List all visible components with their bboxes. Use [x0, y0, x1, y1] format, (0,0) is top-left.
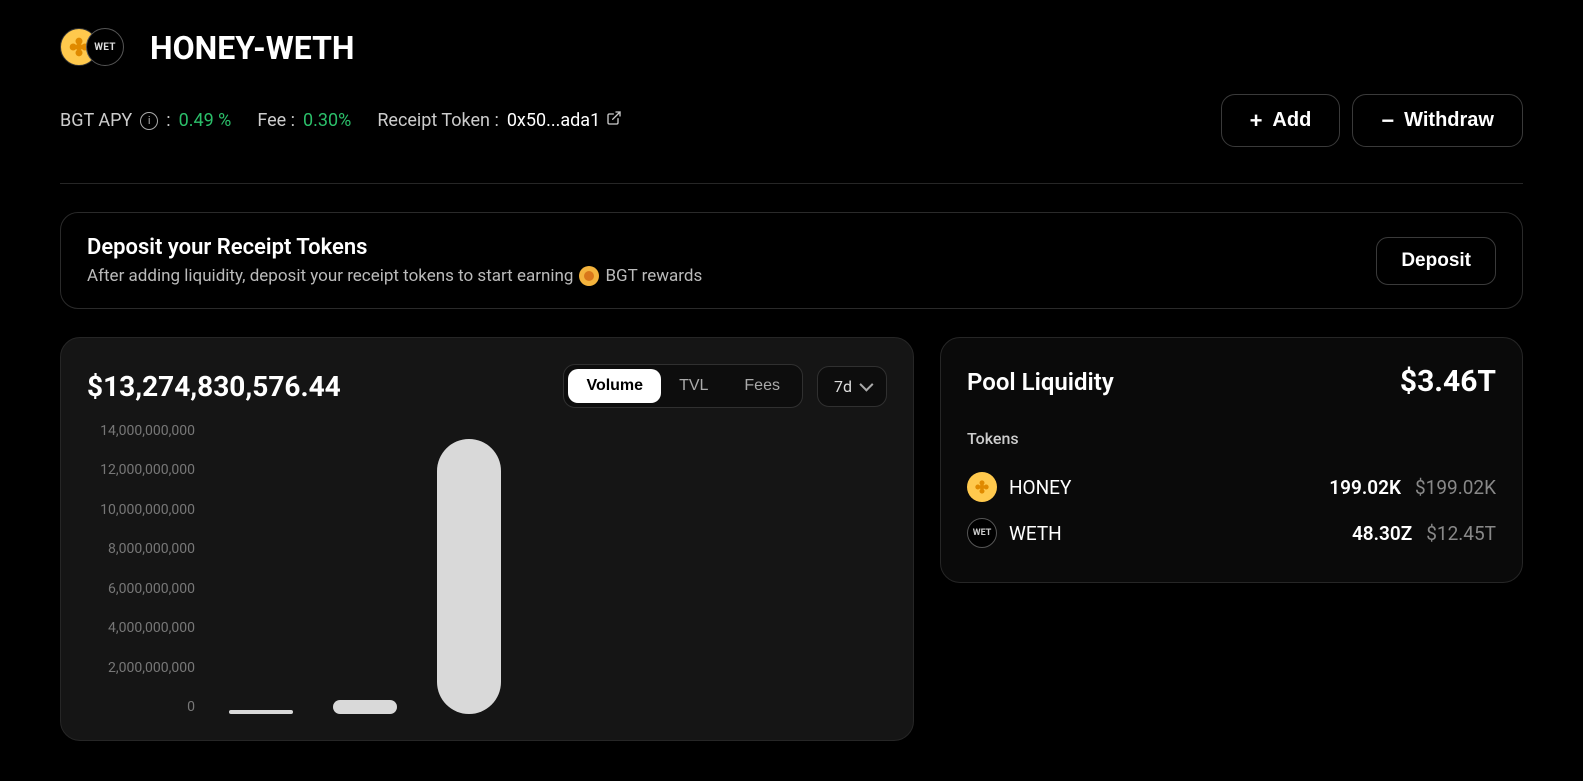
minus-icon: − — [1381, 110, 1394, 132]
deposit-banner-text: Deposit your Receipt Tokens After adding… — [87, 235, 702, 286]
deposit-button[interactable]: Deposit — [1376, 237, 1496, 285]
withdraw-button-label: Withdraw — [1404, 109, 1494, 132]
content-columns: $13,274,830,576.44 Volume TVL Fees 7d 14… — [60, 337, 1523, 741]
token-pair-icons: WET — [60, 28, 132, 68]
header: WET HONEY-WETH — [60, 28, 1523, 68]
honey-icon — [967, 472, 997, 502]
token-amount: 48.30Z — [1352, 522, 1412, 545]
range-select[interactable]: 7d — [817, 366, 887, 407]
token-rows: HONEY 199.02K $199.02K WET WETH 48.30Z $12.45T — [967, 464, 1496, 556]
token-amount: 199.02K — [1329, 476, 1401, 499]
chart-value: $13,274,830,576.44 — [87, 370, 341, 403]
deposit-banner-subtitle: After adding liquidity, deposit your rec… — [87, 266, 702, 286]
pool-title: HONEY-WETH — [150, 29, 355, 67]
fee-item: Fee : 0.30% — [257, 110, 351, 131]
token-row: WET WETH 48.30Z $12.45T — [967, 510, 1496, 556]
deposit-banner: Deposit your Receipt Tokens After adding… — [60, 212, 1523, 309]
withdraw-button[interactable]: − Withdraw — [1352, 94, 1523, 147]
liquidity-card: Pool Liquidity $3.46T Tokens HONEY 199.02… — [940, 337, 1523, 583]
weth-icon: WET — [967, 518, 997, 548]
external-link-icon — [606, 110, 622, 131]
token-usd: $199.02K — [1415, 476, 1496, 499]
chevron-down-icon — [859, 378, 873, 392]
chart-header: $13,274,830,576.44 Volume TVL Fees 7d — [87, 364, 887, 408]
tab-fees[interactable]: Fees — [726, 369, 798, 403]
liquidity-header: Pool Liquidity $3.46T — [967, 364, 1496, 399]
divider — [60, 183, 1523, 184]
token-row: HONEY 199.02K $199.02K — [967, 464, 1496, 510]
header-meta-row: BGT APY i : 0.49 % Fee : 0.30% Receipt T… — [60, 94, 1523, 147]
bgt-apy-item: BGT APY i : 0.49 % — [60, 110, 231, 131]
chart-bar — [333, 700, 397, 715]
chart-controls: Volume TVL Fees 7d — [563, 364, 887, 408]
token-symbol: HONEY — [1009, 476, 1071, 499]
chart-card: $13,274,830,576.44 Volume TVL Fees 7d 14… — [60, 337, 914, 741]
weth-icon: WET — [86, 28, 124, 66]
liquidity-title: Pool Liquidity — [967, 368, 1114, 396]
token-symbol: WETH — [1009, 522, 1062, 545]
chart-body: 14,000,000,000 12,000,000,000 10,000,000… — [87, 424, 887, 714]
receipt-token-item: Receipt Token : 0x50...ada1 — [377, 110, 622, 131]
bgt-apy-label: BGT APY — [60, 110, 132, 131]
tab-volume[interactable]: Volume — [568, 369, 661, 403]
deposit-banner-title: Deposit your Receipt Tokens — [87, 235, 702, 260]
token-usd: $12.45T — [1426, 522, 1496, 545]
fee-value: 0.30% — [303, 110, 351, 131]
info-icon[interactable]: i — [140, 112, 158, 130]
receipt-token-link[interactable]: 0x50...ada1 — [507, 110, 622, 131]
bgt-apy-value: 0.49 % — [179, 110, 232, 131]
chart-tabs: Volume TVL Fees — [563, 364, 803, 408]
fee-label: Fee : — [257, 110, 295, 131]
pool-meta: BGT APY i : 0.49 % Fee : 0.30% Receipt T… — [60, 110, 622, 131]
tokens-label: Tokens — [967, 429, 1496, 448]
receipt-hash: 0x50...ada1 — [507, 110, 600, 131]
plus-icon: + — [1250, 110, 1263, 132]
add-button-label: Add — [1272, 109, 1311, 132]
chart-plot-area — [205, 424, 887, 714]
range-value: 7d — [834, 377, 852, 396]
chart-y-axis: 14,000,000,000 12,000,000,000 10,000,000… — [87, 424, 205, 714]
add-button[interactable]: + Add — [1221, 94, 1341, 147]
bgt-icon — [579, 266, 599, 286]
liquidity-total: $3.46T — [1400, 364, 1496, 399]
chart-bar — [229, 710, 293, 714]
chart-bar — [437, 439, 501, 714]
receipt-label: Receipt Token : — [377, 110, 498, 131]
tab-tvl[interactable]: TVL — [661, 369, 726, 403]
action-buttons: + Add − Withdraw — [1221, 94, 1523, 147]
